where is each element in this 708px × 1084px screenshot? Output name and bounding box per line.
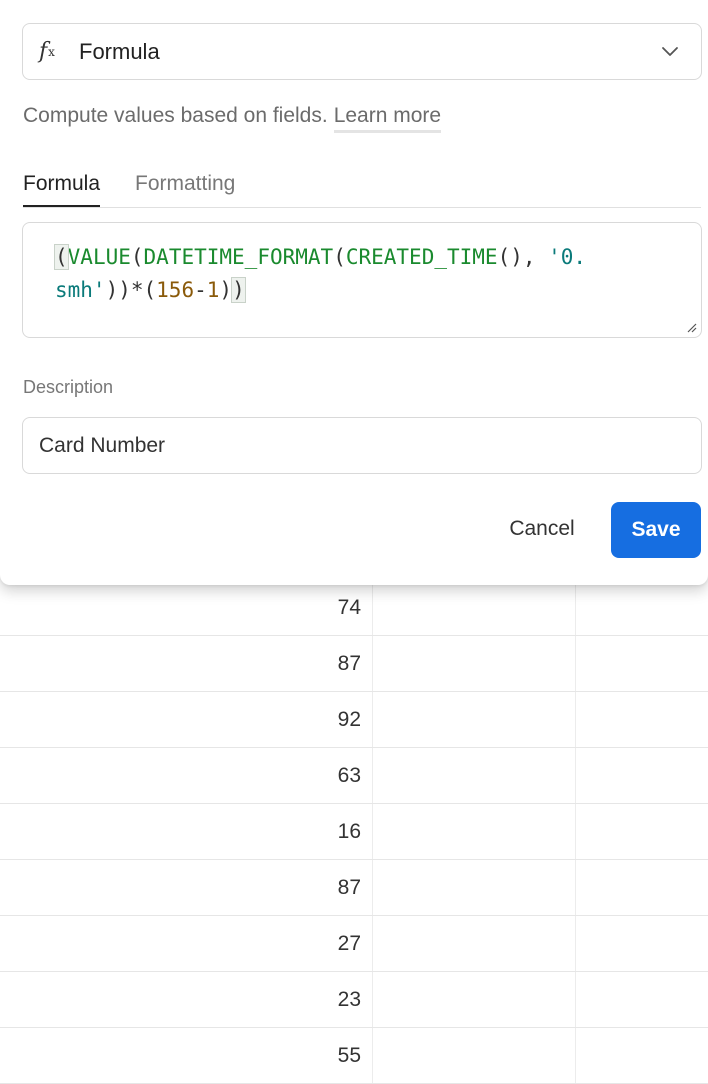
resize-handle-icon[interactable] <box>685 321 697 333</box>
table-cell-number[interactable]: 27 <box>0 916 373 971</box>
formula-token: DATETIME_FORMAT <box>143 245 334 269</box>
table-cell-number[interactable]: 16 <box>0 804 373 859</box>
formula-token: ) <box>219 278 233 302</box>
formula-token: - <box>194 278 207 302</box>
save-button[interactable]: Save <box>611 502 701 558</box>
description-label: Description <box>23 377 114 397</box>
tab-formula[interactable]: Formula <box>23 172 101 207</box>
table-cell[interactable] <box>373 804 576 859</box>
formula-icon: fx <box>39 39 55 64</box>
formula-token: 156 <box>156 278 195 302</box>
tab-formatting[interactable]: Formatting <box>135 172 235 196</box>
formula-token: 1 <box>206 278 220 302</box>
formula-editor[interactable]: (VALUE(DATETIME_FORMAT(CREATED_TIME(), '… <box>22 222 702 338</box>
table-cell-number[interactable]: 92 <box>0 692 373 747</box>
table-cell-number[interactable]: 87 <box>0 636 373 691</box>
table-row[interactable]: 92 <box>0 692 708 748</box>
formula-token: ) <box>231 277 246 303</box>
table-cell-number[interactable]: 63 <box>0 748 373 803</box>
formula-token: ( <box>333 245 346 269</box>
table-row[interactable]: 74 <box>0 580 708 636</box>
table-row[interactable]: 63 <box>0 748 708 804</box>
field-type-select[interactable]: fx Formula <box>22 23 702 80</box>
formula-token: (), <box>497 245 549 269</box>
table-row[interactable]: 23 <box>0 972 708 1028</box>
table-cell-number[interactable]: 87 <box>0 860 373 915</box>
field-type-label: Formula <box>79 38 160 64</box>
table-cell-number[interactable]: 23 <box>0 972 373 1027</box>
table-cell[interactable] <box>373 916 576 971</box>
formula-token: ( <box>130 245 144 269</box>
field-type-description: Compute values based on fields. Learn mor… <box>23 104 442 133</box>
tab-bar: Formula Formatting <box>23 170 701 208</box>
description-input[interactable] <box>22 417 702 474</box>
formula-token: CREATED_TIME <box>345 245 498 269</box>
table-cell[interactable] <box>373 748 576 803</box>
table-row[interactable]: 87 <box>0 636 708 692</box>
description-text: Compute values based on fields. <box>23 104 328 127</box>
table-cell[interactable] <box>373 972 576 1027</box>
field-config-dialog: fx Formula Compute values based on field… <box>0 0 708 585</box>
table-cell[interactable] <box>373 692 576 747</box>
chevron-down-icon <box>662 47 678 56</box>
table-cell[interactable] <box>373 636 576 691</box>
formula-token: VALUE <box>67 245 131 269</box>
table-row[interactable]: 55 <box>0 1028 708 1084</box>
table-row[interactable]: 87 <box>0 860 708 916</box>
cancel-button[interactable]: Cancel <box>495 502 589 556</box>
table-cell-number[interactable]: 74 <box>0 580 373 635</box>
learn-more-link[interactable]: Learn more <box>333 104 442 133</box>
table-row[interactable]: 27 <box>0 916 708 972</box>
table-cell[interactable] <box>373 580 576 635</box>
table-cell[interactable] <box>373 860 576 915</box>
formula-token: ( <box>54 244 69 270</box>
table-row[interactable]: 16 <box>0 804 708 860</box>
formula-token: ))*( <box>105 278 157 302</box>
